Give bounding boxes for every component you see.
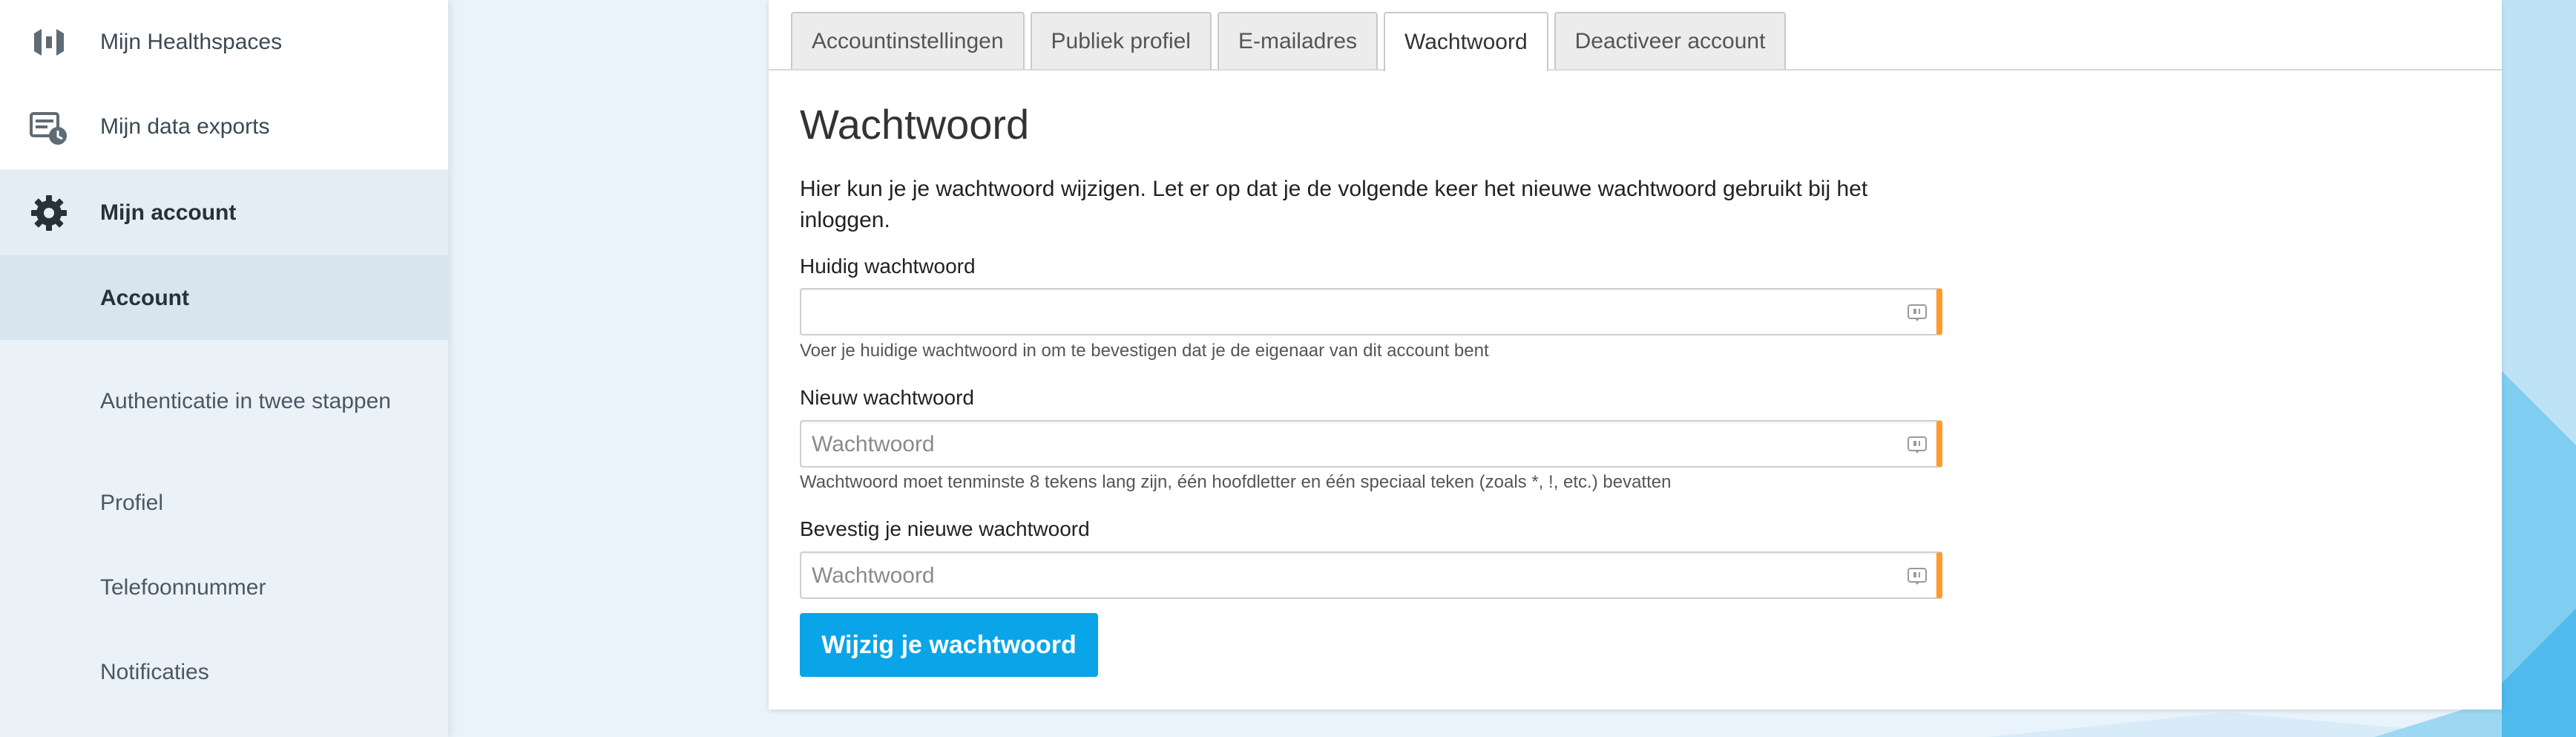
tab-deactivate-account[interactable]: Deactiveer account: [1554, 12, 1787, 70]
confirm-password-input[interactable]: [810, 553, 1896, 599]
sidebar-item-healthspaces[interactable]: Mijn Healthspaces: [0, 0, 448, 85]
sidebar-subitem-label: Account: [100, 285, 189, 310]
gear-icon: [28, 192, 70, 234]
change-password-button[interactable]: Wijzig je wachtwoord: [800, 613, 1098, 677]
current-password-input[interactable]: [810, 289, 1896, 335]
tab-label: Wachtwoord: [1404, 30, 1528, 54]
page-title: Wachtwoord: [800, 101, 1030, 148]
sidebar-subitem-account[interactable]: Account: [0, 255, 448, 340]
tab-account-settings[interactable]: Accountinstellingen: [791, 12, 1025, 70]
new-password-label: Nieuw wachtwoord: [800, 386, 974, 409]
sidebar-subitem-label: Profiel: [100, 490, 164, 515]
tab-label: Publiek profiel: [1051, 29, 1191, 53]
sidebar-subitem-notifications[interactable]: Notificaties: [0, 629, 448, 714]
current-password-field-wrapper: [800, 288, 1942, 335]
sidebar-subitem-label: Notificaties: [100, 659, 209, 684]
tab-label: Accountinstellingen: [812, 29, 1004, 53]
sidebar-item-my-account[interactable]: Mijn account: [0, 171, 448, 255]
sidebar-subitem-phone[interactable]: Telefoonnummer: [0, 545, 448, 629]
new-password-input[interactable]: [810, 422, 1896, 468]
new-password-help: Wachtwoord moet tenminste 8 tekens lang …: [800, 472, 1672, 492]
password-manager-icon[interactable]: [1907, 434, 1928, 455]
sidebar-item-label: Mijn data exports: [100, 114, 270, 139]
password-manager-icon[interactable]: [1907, 566, 1928, 586]
tab-email[interactable]: E-mailadres: [1217, 12, 1379, 70]
sidebar-subitem-profile[interactable]: Profiel: [0, 460, 448, 545]
current-password-help: Voer je huidige wachtwoord in om te beve…: [800, 341, 1489, 361]
tab-label: E-mailadres: [1238, 29, 1358, 53]
password-manager-icon[interactable]: [1907, 302, 1928, 323]
confirm-password-field-wrapper: [800, 551, 1942, 599]
tab-divider: [769, 69, 2502, 71]
data-export-icon: [28, 106, 70, 148]
intro-text: Hier kun je je wachtwoord wijzigen. Let …: [800, 177, 1868, 232]
confirm-password-label: Bevestig je nieuwe wachtwoord: [800, 517, 1090, 540]
sidebar-subitem-two-factor[interactable]: Authenticatie in twee stappen: [0, 349, 448, 453]
sidebar-item-label: Mijn account: [100, 200, 237, 225]
settings-card: Accountinstellingen Publiek profiel E-ma…: [769, 0, 2502, 710]
current-password-label: Huidig wachtwoord: [800, 255, 976, 278]
tab-bar: Accountinstellingen Publiek profiel E-ma…: [791, 12, 1787, 71]
tab-public-profile[interactable]: Publiek profiel: [1030, 12, 1212, 70]
tab-label: Deactiveer account: [1574, 29, 1766, 53]
sidebar-subitem-label: Telefoonnummer: [100, 574, 266, 600]
sidebar-item-data-exports[interactable]: Mijn data exports: [0, 85, 448, 169]
sidebar: Mijn Healthspaces Mijn data exports Mijn…: [0, 0, 448, 737]
healthspaces-logo-icon: [28, 22, 70, 63]
tab-password[interactable]: Wachtwoord: [1384, 12, 1548, 71]
new-password-field-wrapper: [800, 420, 1942, 468]
sidebar-subitem-label: Authenticatie in twee stappen: [100, 388, 391, 413]
sidebar-item-label: Mijn Healthspaces: [100, 30, 283, 54]
